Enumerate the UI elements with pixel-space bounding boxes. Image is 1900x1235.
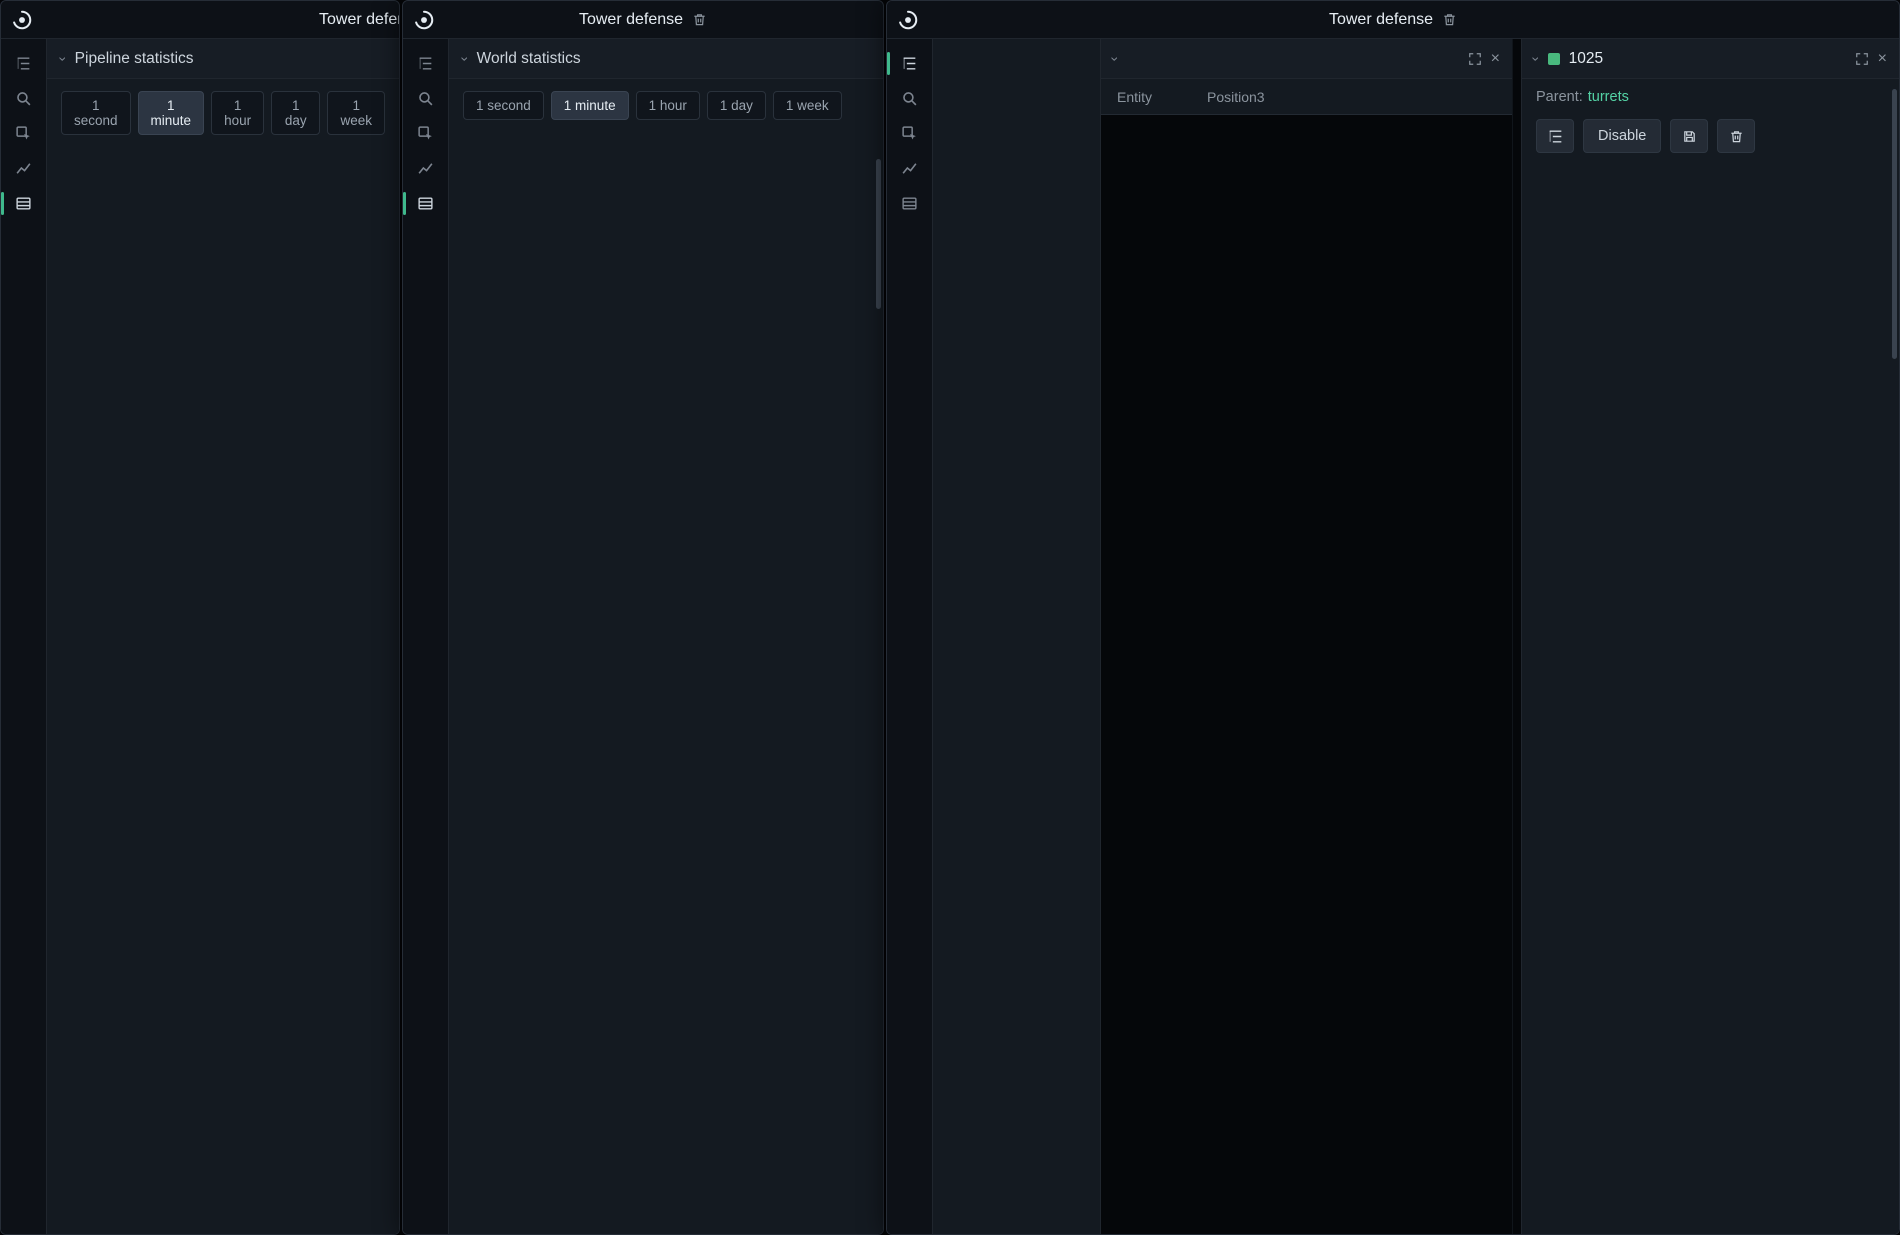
explorer-titlebar[interactable]: Tower defense bbox=[887, 1, 1899, 39]
chart-icon[interactable] bbox=[411, 156, 441, 181]
time-range-1-day[interactable]: 1 day bbox=[707, 91, 766, 120]
icon-rail bbox=[1, 39, 47, 1234]
inspector-parent-row: Parent: turrets bbox=[1522, 79, 1899, 109]
parent-link[interactable]: turrets bbox=[1588, 89, 1629, 105]
panel-header[interactable]: › Pipeline statistics bbox=[47, 39, 399, 79]
inspector-header: › 1025 × bbox=[1522, 39, 1899, 79]
flecs-logo-icon bbox=[897, 9, 919, 31]
empty-area bbox=[1101, 115, 1512, 1234]
time-range-1-second[interactable]: 1 second bbox=[463, 91, 544, 120]
time-range-1-minute[interactable]: 1 minute bbox=[551, 91, 629, 120]
chevron-down-icon: › bbox=[458, 56, 472, 61]
search-icon[interactable] bbox=[9, 86, 39, 111]
search-icon[interactable] bbox=[411, 86, 441, 111]
time-range-buttons: 1 second1 minute1 hour1 day1 week bbox=[449, 79, 883, 132]
time-range-1-hour[interactable]: 1 hour bbox=[636, 91, 700, 120]
world-stats-list bbox=[449, 132, 883, 1234]
inspector-sections bbox=[1522, 165, 1899, 1234]
save-button[interactable] bbox=[1670, 119, 1708, 153]
icon-rail bbox=[403, 39, 449, 1234]
delete-button[interactable] bbox=[1717, 119, 1755, 153]
inspector-icon[interactable] bbox=[895, 121, 925, 146]
window-explorer: Tower defense › × Entity Position3 bbox=[886, 0, 1900, 1235]
stats-table-icon[interactable] bbox=[9, 191, 39, 216]
window-title: Tower defense bbox=[579, 11, 707, 29]
panel-title: Pipeline statistics bbox=[75, 50, 194, 68]
stats-table-icon[interactable] bbox=[411, 191, 441, 216]
query-panel: › × Entity Position3 bbox=[1101, 39, 1513, 1234]
pipeline-titlebar[interactable]: Tower defense bbox=[1, 1, 399, 39]
time-range-1-day[interactable]: 1 day bbox=[271, 91, 320, 135]
disable-button[interactable]: Disable bbox=[1583, 119, 1661, 153]
inspector-panel: › 1025 × Parent: turrets Disable bbox=[1521, 39, 1899, 1234]
chevron-down-icon[interactable]: › bbox=[1108, 56, 1122, 61]
app-root: Tower defense › Pipeline statistics 1 se… bbox=[0, 0, 1900, 1235]
time-range-1-hour[interactable]: 1 hour bbox=[211, 91, 264, 135]
expand-icon[interactable] bbox=[1468, 52, 1482, 66]
column-entity: Entity bbox=[1101, 89, 1207, 105]
time-range-1-week[interactable]: 1 week bbox=[327, 91, 385, 135]
time-range-buttons: 1 second1 minute1 hour1 day1 week bbox=[47, 79, 399, 147]
entity-tree-icon[interactable] bbox=[895, 51, 925, 76]
tree-view-button[interactable] bbox=[1536, 119, 1574, 153]
panel-header[interactable]: › World statistics bbox=[449, 39, 883, 79]
inspector-toolbar: Disable bbox=[1522, 109, 1899, 165]
chevron-down-icon[interactable]: › bbox=[1529, 56, 1543, 61]
panel-title: World statistics bbox=[477, 50, 581, 68]
scrollbar-thumb[interactable] bbox=[1892, 89, 1897, 359]
time-range-1-minute[interactable]: 1 minute bbox=[138, 91, 205, 135]
pipeline-card-list bbox=[47, 147, 399, 1234]
window-world-stats: Tower defense › World statistics 1 secon… bbox=[402, 0, 884, 1235]
scrollbar-thumb[interactable] bbox=[876, 159, 881, 309]
icon-rail bbox=[887, 39, 933, 1234]
inspected-entity-name: 1025 bbox=[1569, 50, 1603, 68]
entity-icon bbox=[1548, 53, 1560, 65]
parent-label: Parent: bbox=[1536, 89, 1583, 105]
inspector-icon[interactable] bbox=[9, 121, 39, 146]
world-titlebar[interactable]: Tower defense bbox=[403, 1, 883, 39]
window-title: Tower defense bbox=[1329, 11, 1457, 29]
time-range-1-second[interactable]: 1 second bbox=[61, 91, 131, 135]
flecs-logo-icon bbox=[11, 9, 33, 31]
trash-icon[interactable] bbox=[692, 12, 707, 27]
query-table-header: Entity Position3 bbox=[1101, 79, 1512, 115]
close-icon[interactable]: × bbox=[1491, 50, 1500, 68]
search-icon[interactable] bbox=[895, 86, 925, 111]
entity-tree-icon[interactable] bbox=[411, 51, 441, 76]
window-title: Tower defense bbox=[319, 11, 399, 29]
chevron-down-icon: › bbox=[56, 56, 70, 61]
time-range-1-week[interactable]: 1 week bbox=[773, 91, 842, 120]
entity-tree-icon[interactable] bbox=[9, 51, 39, 76]
flecs-logo-icon bbox=[413, 9, 435, 31]
chart-icon[interactable] bbox=[895, 156, 925, 181]
column-position3: Position3 bbox=[1207, 89, 1265, 105]
trash-icon[interactable] bbox=[1442, 12, 1457, 27]
window-pipeline-stats: Tower defense › Pipeline statistics 1 se… bbox=[0, 0, 400, 1235]
expand-icon[interactable] bbox=[1855, 52, 1869, 66]
entity-tree bbox=[933, 39, 1101, 1234]
close-icon[interactable]: × bbox=[1878, 50, 1887, 68]
stats-table-icon[interactable] bbox=[895, 191, 925, 216]
query-header: › × bbox=[1101, 39, 1512, 79]
chart-icon[interactable] bbox=[9, 156, 39, 181]
inspector-icon[interactable] bbox=[411, 121, 441, 146]
